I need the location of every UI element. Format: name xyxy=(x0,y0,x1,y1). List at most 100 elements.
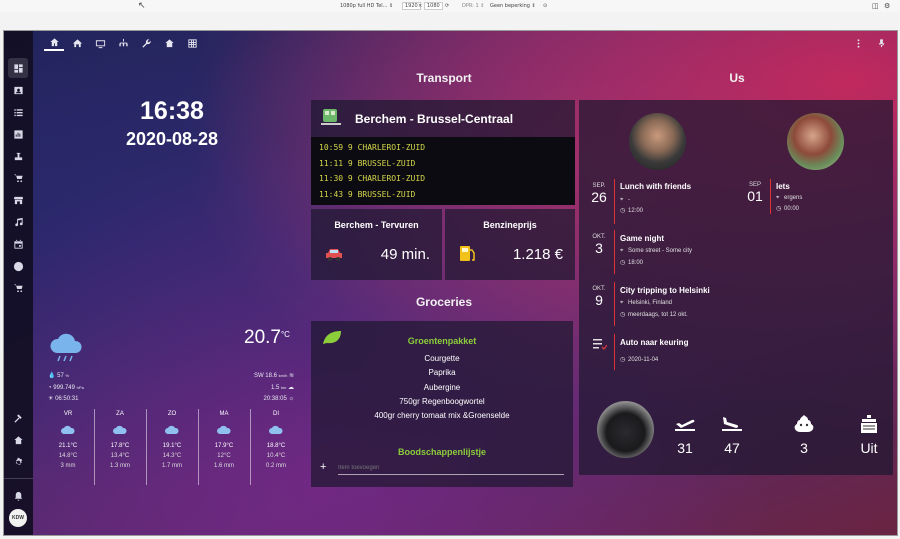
event-title[interactable]: City tripping to Helsinki xyxy=(620,286,710,295)
fuel-price-card[interactable]: Benzineprijs 1.218 € xyxy=(445,209,575,280)
shopping-list-title: Boodschappenlijstje xyxy=(397,447,486,457)
throttle-select[interactable]: Geen beperking ⇕ xyxy=(490,3,536,9)
calendar-icon xyxy=(13,239,23,249)
event-title[interactable]: Game night xyxy=(620,234,664,243)
cursor-icon: ↖ xyxy=(138,1,146,11)
sidebar-item-explore[interactable] xyxy=(8,256,28,276)
sunrise-icon: ☀ xyxy=(48,396,54,402)
compass-icon xyxy=(13,261,23,271)
tab-tools[interactable] xyxy=(136,35,156,51)
washing-machine-icon xyxy=(861,415,877,433)
forecast-high: 19.1°C xyxy=(162,443,182,449)
event-date: OKT. 3 xyxy=(588,234,610,256)
chandelier-icon xyxy=(118,38,128,46)
touch-icon[interactable]: ⊙ xyxy=(543,3,547,9)
grid-icon xyxy=(187,38,197,48)
add-item-input[interactable] xyxy=(338,461,564,475)
checklist-icon xyxy=(593,339,607,350)
screenshot-icon[interactable]: ◫ xyxy=(872,2,879,10)
dpr-select[interactable]: DPR: 1 ⇕ xyxy=(462,3,484,9)
grocery-item: 400gr cherry tomaat mix &Groenselde xyxy=(374,411,510,421)
rain-cloud-icon xyxy=(50,333,82,362)
sidebar-item-configuration[interactable] xyxy=(8,452,28,472)
forecast-day-label: MA xyxy=(219,411,229,417)
add-item-icon[interactable]: + xyxy=(320,461,326,473)
gauge-icon: ◔ xyxy=(48,385,52,391)
cart-icon xyxy=(13,283,23,292)
height-input[interactable]: 1080 xyxy=(424,2,443,10)
clock-icon: ◷ xyxy=(620,312,626,318)
sidebar-item-list[interactable] xyxy=(8,102,28,122)
event-location: ⌖ Helsinki, Finland xyxy=(620,300,673,306)
forecast-low: 14.8°C xyxy=(58,453,78,459)
person-avatar-1[interactable] xyxy=(629,113,686,170)
notifications-button[interactable] xyxy=(8,486,28,506)
weather-temperature: 20.7°C xyxy=(244,327,290,348)
groceries-card: Groentenpakket Courgette Paprika Aubergi… xyxy=(311,321,573,487)
sidebar-item-music[interactable] xyxy=(8,212,28,232)
forecast-rain: 3 mm xyxy=(60,463,76,469)
sidebar-item-supervisor[interactable] xyxy=(8,430,28,450)
tab-house-2[interactable] xyxy=(159,35,179,51)
wrench-icon xyxy=(141,38,151,48)
hammer-icon xyxy=(13,413,22,423)
clock-icon: ◷ xyxy=(776,206,782,212)
us-card: SEP. 26 Lunch with friends ⌖ - ◷ 12:00 OKT… xyxy=(579,100,893,475)
fuel-price-value: 1.218 € xyxy=(512,246,563,263)
map-marker-icon: ⌖ xyxy=(620,300,624,306)
top-toolbar xyxy=(33,31,897,55)
user-avatar[interactable]: KDW xyxy=(9,509,27,527)
task-title[interactable]: Auto naar keuring xyxy=(620,338,688,347)
forecast-high: 17.8°C xyxy=(110,443,130,449)
cloud-icon xyxy=(61,425,75,434)
home-icon xyxy=(49,37,59,46)
sidebar-item-calendar[interactable] xyxy=(8,234,28,254)
sidebar-item-shopping[interactable] xyxy=(8,168,28,188)
cart-icon xyxy=(13,173,23,182)
device-preset-select[interactable]: 1080p full HD Tel... ⇕ xyxy=(340,3,393,9)
menu-button[interactable] xyxy=(848,35,868,51)
sidebar-item-store[interactable] xyxy=(8,190,28,210)
voice-button[interactable] xyxy=(871,35,891,51)
event-day: 9 xyxy=(595,292,603,308)
cloud-icon xyxy=(217,425,231,434)
train-route: Berchem - Brussel-Centraal xyxy=(355,112,514,126)
settings-icon[interactable]: ⚙ xyxy=(884,2,890,10)
task-date: ◷ 2020-11-04 xyxy=(620,357,659,363)
rotate-icon[interactable]: ⟳ xyxy=(445,3,449,9)
train-card[interactable]: Berchem - Brussel-Centraal 10:59 9 CHARL… xyxy=(311,100,575,205)
tab-grid[interactable] xyxy=(182,35,202,51)
event-title[interactable]: Lunch with friends xyxy=(620,182,691,191)
event-title[interactable]: Iets xyxy=(776,182,790,191)
grocery-item: Paprika xyxy=(428,368,456,378)
person-avatar-2[interactable] xyxy=(787,113,844,170)
tab-lights[interactable] xyxy=(113,35,133,51)
sidebar-item-developer-tools[interactable] xyxy=(8,408,28,428)
sidebar-item-history[interactable] xyxy=(8,124,28,144)
travel-time-card[interactable]: Berchem - Tervuren 49 min. xyxy=(311,209,442,280)
grocery-item: 750gr Regenboogwortel xyxy=(399,396,485,406)
travel-time-value: 49 min. xyxy=(380,246,430,263)
contact-card-icon xyxy=(13,86,23,94)
event-location: ⌖ ergens xyxy=(776,195,803,201)
sunrise-row: ☀ 06:50:31 xyxy=(48,396,79,402)
sidebar-item-contacts[interactable] xyxy=(8,80,28,100)
home-variant-icon xyxy=(72,38,82,47)
sidebar-item-vacuum[interactable] xyxy=(8,146,28,166)
vacuum-icon xyxy=(14,152,22,160)
departure-row: 11:30 9 CHARLEROI-ZUID xyxy=(319,174,426,183)
us-title: Us xyxy=(729,71,745,85)
event-time: ◷ 18:00 xyxy=(620,260,644,266)
tab-home[interactable] xyxy=(44,35,64,51)
forecast-day: DI 18.8°C 10.4°C 0.2 mm xyxy=(250,411,302,469)
forecast-high: 18.8°C xyxy=(266,443,286,449)
sidebar-item-cart[interactable] xyxy=(8,278,28,298)
tab-house[interactable] xyxy=(67,35,87,51)
event-time: ◷ 12:00 xyxy=(620,208,644,214)
dashboard-icon xyxy=(13,63,23,73)
pet-avatar[interactable] xyxy=(597,401,654,458)
store-icon xyxy=(13,196,23,204)
tab-media[interactable] xyxy=(90,35,110,51)
sidebar-item-overview[interactable] xyxy=(8,58,28,78)
device-toolbar: ↖ 1080p full HD Tel... ⇕ 1920 × 1080 ⟳ D… xyxy=(0,0,900,12)
